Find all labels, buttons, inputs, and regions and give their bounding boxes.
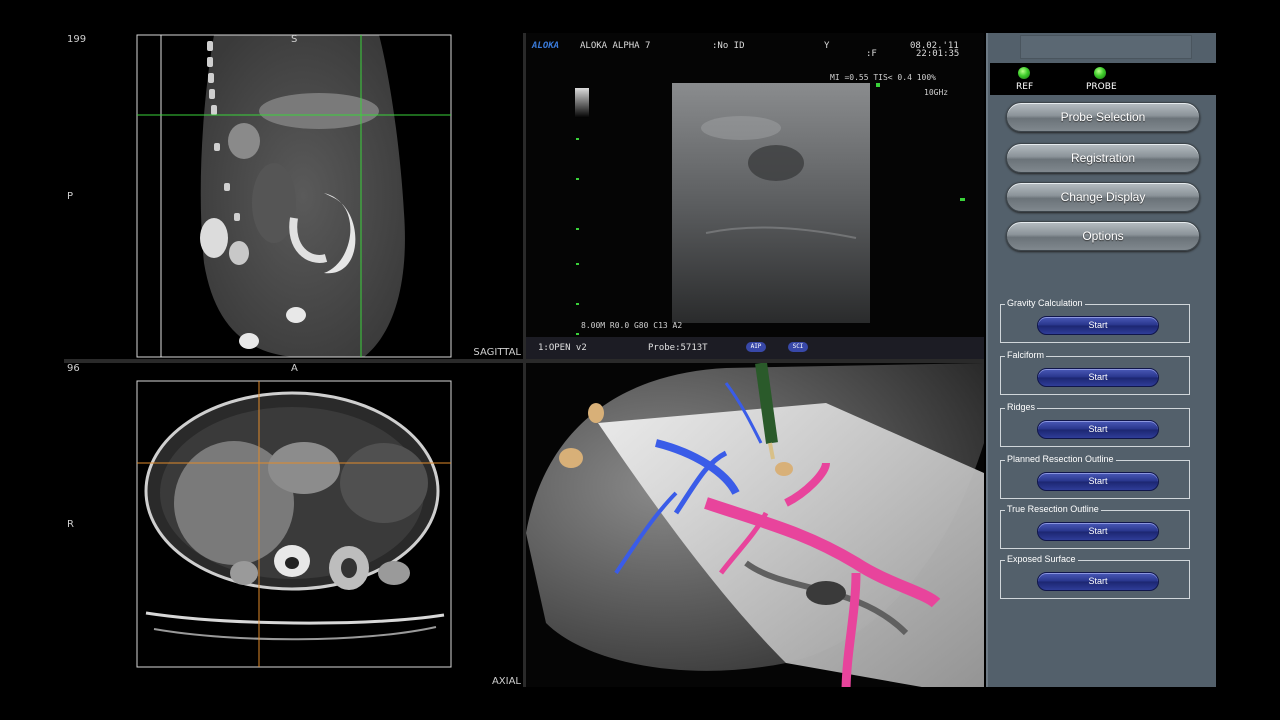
probe-status-led	[1094, 67, 1106, 79]
ultrasound-parameters: 8.00M R0.0 G80 C13 A2	[581, 321, 683, 330]
sagittal-slice-number: 199	[67, 34, 87, 45]
navigation-screen: 199 S P SAGITTAL ALOKA ALOKA ALPHA 7 :No…	[64, 33, 1216, 687]
tracking-status-bar: REF PROBE	[990, 63, 1216, 95]
3d-liver-model	[526, 363, 984, 687]
true-resection-outline-label: True Resection Outline	[1005, 504, 1101, 514]
sagittal-view[interactable]: 199 S P SAGITTAL	[64, 33, 523, 359]
change-display-button[interactable]: Change Display	[1006, 182, 1200, 212]
gravity-calculation-label: Gravity Calculation	[1005, 298, 1085, 308]
falciform-label: Falciform	[1005, 350, 1047, 360]
registration-button[interactable]: Registration	[1006, 143, 1200, 173]
true-resection-outline-group: True Resection Outline Start	[1000, 504, 1190, 549]
ultrasound-badge-sci: SCI	[788, 342, 808, 352]
axial-view-label: AXIAL	[491, 676, 521, 687]
probe-selection-button[interactable]: Probe Selection	[1006, 102, 1200, 132]
probe-status-label: PROBE	[1086, 82, 1117, 92]
panel-top-bar	[1020, 35, 1192, 59]
planned-resection-outline-group: Planned Resection Outline Start	[1000, 454, 1190, 499]
axial-orient-top: A	[291, 363, 298, 374]
control-panel: REF PROBE Probe Selection Registration C…	[986, 33, 1216, 687]
ultrasound-image	[575, 83, 965, 335]
options-button[interactable]: Options	[1006, 221, 1200, 251]
planned-resection-outline-label: Planned Resection Outline	[1005, 454, 1116, 464]
axial-ct-image	[136, 380, 452, 668]
ridges-group: Ridges Start	[1000, 402, 1190, 447]
view-divider-horizontal	[64, 359, 984, 363]
falciform-start-button[interactable]: Start	[1037, 368, 1159, 387]
sagittal-view-label: SAGITTAL	[473, 347, 521, 358]
3d-liver-view[interactable]	[526, 363, 984, 687]
ref-status-label: REF	[1016, 82, 1034, 92]
axial-orient-left: R	[67, 519, 74, 530]
sagittal-ct-image	[136, 34, 452, 358]
ultrasound-mode: 1:OPEN v2	[538, 343, 587, 353]
true-resection-outline-start-button[interactable]: Start	[1037, 522, 1159, 541]
exposed-surface-label: Exposed Surface	[1005, 554, 1078, 564]
planned-resection-outline-start-button[interactable]: Start	[1037, 472, 1159, 491]
ultrasound-badge-aip: AIP	[746, 342, 766, 352]
gravity-calculation-start-button[interactable]: Start	[1037, 316, 1159, 335]
sagittal-orient-top: S	[291, 34, 298, 45]
ridges-label: Ridges	[1005, 402, 1038, 412]
gravity-calculation-group: Gravity Calculation Start	[1000, 298, 1190, 343]
axial-slice-number: 96	[67, 363, 80, 374]
ultrasound-footer: 1:OPEN v2 Probe:5713T AIP SCI	[526, 337, 984, 359]
ultrasound-probe: Probe:5713T	[648, 343, 708, 353]
axial-view[interactable]: 96 A R AXIAL	[64, 363, 523, 687]
exposed-surface-group: Exposed Surface Start	[1000, 554, 1190, 599]
exposed-surface-start-button[interactable]: Start	[1037, 572, 1159, 591]
ridges-start-button[interactable]: Start	[1037, 420, 1159, 439]
falciform-group: Falciform Start	[1000, 350, 1190, 395]
ultrasound-view[interactable]: ALOKA ALOKA ALPHA 7 :No ID Y :F 08.02.'1…	[526, 33, 984, 359]
ref-status-led	[1018, 67, 1030, 79]
sagittal-orient-left: P	[67, 191, 74, 202]
